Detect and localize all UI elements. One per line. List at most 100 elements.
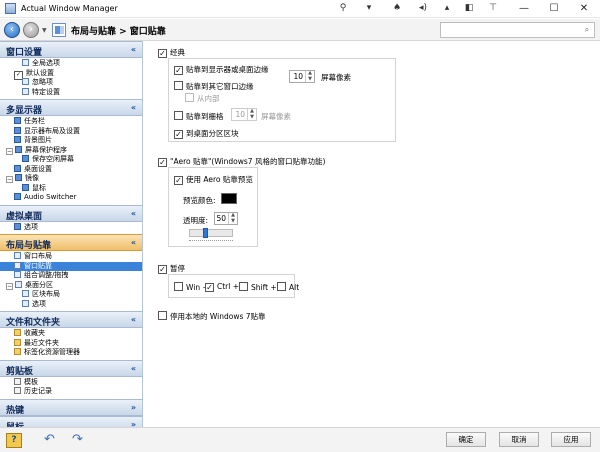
sidebar-item[interactable]: 模板	[0, 377, 142, 388]
sidebar-group-header[interactable]: 文件和文件夹 «	[0, 311, 142, 328]
chevron-down-icon[interactable]: ▾	[362, 2, 376, 15]
checkbox[interactable]	[174, 282, 183, 291]
minimize-button[interactable]: —	[510, 0, 538, 17]
collapse-icon[interactable]: −	[6, 176, 13, 183]
sidebar-group-header[interactable]: 剪贴板 «	[0, 359, 142, 377]
snap-distance-stepper[interactable]: 10 ▲ ▼	[289, 70, 315, 83]
transparency-stepper[interactable]: 50 ▲ ▼	[214, 212, 238, 225]
sidebar-item[interactable]: 桌面设置	[0, 164, 142, 175]
checkbox[interactable]: ✓	[174, 130, 183, 139]
search-input[interactable]: ⌕	[440, 22, 595, 38]
sidebar-item[interactable]: 全局选项	[0, 59, 142, 69]
sidebar-item[interactable]: 鼠标	[0, 183, 142, 194]
sidebar-item[interactable]: 区块布局	[0, 290, 142, 300]
sidebar-group-header[interactable]: 鼠标 »	[0, 415, 142, 428]
pause-key-option[interactable]: Win +	[174, 282, 209, 292]
rollup-icon[interactable]: ▴	[440, 2, 454, 15]
sidebar-item[interactable]: 背景图片	[0, 136, 142, 146]
sidebar-group-header[interactable]: 虚拟桌面 «	[0, 204, 142, 222]
pause-key-option[interactable]: Shift +	[239, 282, 277, 292]
sidebar-item[interactable]: Audio Switcher	[0, 193, 142, 203]
checkbox[interactable]: ✓	[174, 176, 183, 185]
arrow-left-icon[interactable]: ‹	[4, 22, 20, 38]
grid-size-stepper[interactable]: 10 ▲ ▼	[231, 108, 257, 121]
checkbox[interactable]	[277, 282, 286, 291]
transparency-slider[interactable]	[189, 229, 233, 237]
snap-grid-option[interactable]: 贴靠到栅格	[174, 111, 224, 122]
ok-button[interactable]: 确定	[446, 432, 486, 447]
sidebar-item[interactable]: − 镜像	[0, 174, 142, 184]
sidebar-item[interactable]: ✓ 默认设置	[0, 69, 142, 80]
checkbox[interactable]	[185, 93, 194, 102]
sidebar-item[interactable]: 特定设置	[0, 87, 142, 98]
checkbox[interactable]	[239, 282, 248, 291]
pause-key-option[interactable]: Alt	[277, 282, 299, 292]
spade-icon[interactable]: ♠	[390, 2, 404, 15]
sidebar-item[interactable]: 历史记录	[0, 387, 142, 397]
sidebar-item[interactable]: 保存空闲屏幕	[0, 155, 142, 165]
checkbox[interactable]	[158, 311, 167, 320]
sidebar-item[interactable]: 最近文件夹	[0, 338, 142, 349]
chevron-up-icon[interactable]: «	[131, 238, 136, 247]
speaker-icon[interactable]: ◂)	[416, 2, 430, 15]
sidebar-item[interactable]: 显示器布局及设置	[0, 126, 142, 137]
slider-thumb[interactable]	[202, 228, 208, 238]
maximize-button[interactable]: ☐	[540, 0, 568, 17]
collapse-icon[interactable]: −	[6, 282, 13, 290]
classic-checkbox[interactable]: ✓ 经典	[158, 47, 185, 58]
chevron-up-icon[interactable]: «	[131, 103, 136, 112]
sidebar-item[interactable]: − 桌面分区	[0, 280, 142, 291]
pause-key-option[interactable]: ✓ Ctrl +	[205, 282, 239, 292]
sidebar-group-header[interactable]: 布局与贴靠 «	[0, 234, 142, 251]
history-dropdown-icon[interactable]: ▼	[42, 27, 47, 34]
snap-screen-edges-option[interactable]: ✓ 贴靠到显示器或桌面边缘	[174, 64, 269, 75]
sidebar-item[interactable]: 组合调整/拖拽	[0, 271, 142, 281]
aero-preview-option[interactable]: ✓ 使用 Aero 贴靠预览	[174, 174, 253, 185]
stepper-arrows-icon[interactable]: ▲ ▼	[247, 108, 256, 120]
close-button[interactable]: ✕	[570, 0, 598, 17]
pause-checkbox[interactable]: ✓ 暂停	[158, 263, 185, 274]
sidebar-item[interactable]: 收藏夹	[0, 329, 142, 339]
undo-icon[interactable]: ↶	[44, 433, 60, 448]
arrow-right-icon[interactable]: ›	[23, 22, 39, 38]
chevron-up-icon[interactable]: «	[131, 364, 136, 373]
chevron-up-icon[interactable]: «	[131, 209, 136, 218]
checkbox[interactable]: ✓	[158, 158, 167, 167]
sidebar-item[interactable]: 窗口布局	[0, 252, 142, 262]
from-inside-option[interactable]: 从内部	[185, 93, 220, 104]
chevron-down-icon[interactable]: »	[131, 403, 136, 412]
chevron-up-icon[interactable]: «	[131, 315, 136, 324]
help-icon[interactable]: ?	[6, 433, 22, 448]
redo-icon[interactable]: ↷	[72, 433, 88, 448]
sidebar-group-header[interactable]: 多显示器 «	[0, 99, 142, 116]
chevron-down-icon[interactable]: »	[131, 420, 136, 428]
aero-snap-checkbox[interactable]: ✓ "Aero 贴靠"(Windows7 风格的窗口贴靠功能)	[158, 156, 325, 167]
stepper-arrows-icon[interactable]: ▲ ▼	[228, 212, 237, 224]
sidebar-item[interactable]: 窗口贴靠	[0, 261, 142, 271]
sidebar-item[interactable]: 忽略项	[0, 78, 142, 88]
stepper-arrows-icon[interactable]: ▲ ▼	[305, 70, 314, 82]
cancel-button[interactable]: 取消	[499, 432, 539, 447]
search-icon[interactable]: ⌕	[581, 24, 593, 36]
checkbox[interactable]	[174, 111, 183, 120]
snap-zones-option[interactable]: ✓ 到桌面分区区块	[174, 128, 239, 139]
checkbox[interactable]	[174, 81, 183, 90]
sidebar-item[interactable]: 选项	[0, 299, 142, 310]
on-top-icon[interactable]: ⊤	[486, 2, 500, 15]
checkbox[interactable]: ✓	[174, 66, 183, 75]
apply-button[interactable]: 应用	[551, 432, 591, 447]
sidebar-item[interactable]: − 屏幕保护程序	[0, 145, 142, 156]
sidebar-item[interactable]: 选项	[0, 222, 142, 233]
sidebar-item[interactable]: 任务栏	[0, 117, 142, 127]
pin-icon[interactable]: ⚲	[336, 2, 350, 15]
checkbox[interactable]: ✓	[158, 49, 167, 58]
transparency-icon[interactable]: ◧	[462, 2, 476, 15]
sidebar-item[interactable]: 标签化资源管理器	[0, 348, 142, 358]
sidebar-group-header[interactable]: 窗口设置 «	[0, 41, 142, 58]
checkbox[interactable]: ✓	[158, 265, 167, 274]
preview-color-swatch[interactable]	[221, 193, 237, 204]
snap-other-windows-option[interactable]: 贴靠到其它窗口边缘	[174, 81, 254, 92]
disable-native-snap-checkbox[interactable]: 停用本地的 Windows 7贴靠	[158, 311, 266, 322]
chevron-up-icon[interactable]: «	[131, 45, 136, 54]
checkbox[interactable]: ✓	[205, 283, 214, 292]
